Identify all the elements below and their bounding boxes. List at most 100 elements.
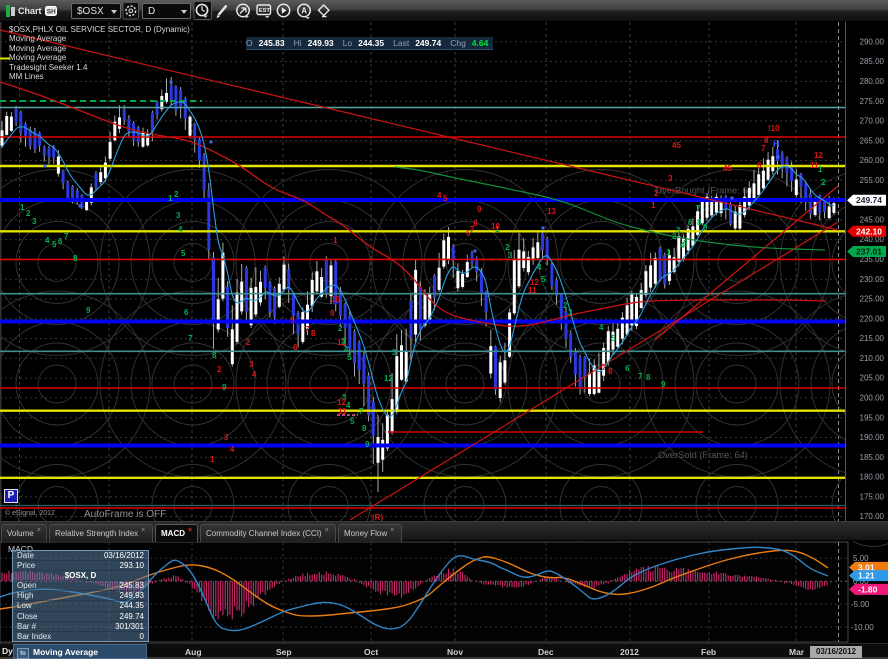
svg-text:3: 3: [392, 348, 397, 357]
svg-text:265.00: 265.00: [860, 136, 885, 145]
svg-text:5: 5: [541, 275, 546, 284]
svg-text:5: 5: [611, 334, 616, 343]
svg-text:237.01: 237.01: [856, 247, 882, 257]
svg-text:5: 5: [52, 240, 57, 249]
svg-text:195.00: 195.00: [860, 413, 885, 422]
svg-text:3: 3: [568, 308, 573, 317]
svg-text:8: 8: [362, 424, 367, 433]
svg-text:H: H: [773, 139, 780, 149]
svg-text:OverSold (Frame: 64): OverSold (Frame: 64): [658, 450, 748, 460]
svg-text:270.00: 270.00: [860, 117, 885, 126]
svg-text:2: 2: [821, 178, 826, 187]
svg-text:2: 2: [217, 365, 222, 374]
svg-text:8: 8: [608, 367, 613, 376]
svg-text:3: 3: [224, 433, 229, 442]
svg-text:4: 4: [346, 401, 351, 410]
svg-text:7: 7: [761, 144, 766, 153]
svg-text:175.00: 175.00: [860, 492, 885, 501]
svg-text:170.00: 170.00: [860, 512, 885, 521]
svg-text:3: 3: [249, 360, 254, 369]
svg-text:7: 7: [64, 232, 69, 241]
svg-text:SH: SH: [47, 9, 56, 16]
svg-text:210.00: 210.00: [860, 354, 885, 363]
svg-text:8: 8: [212, 351, 217, 360]
svg-text:4: 4: [230, 445, 235, 454]
svg-text:1: 1: [168, 194, 173, 203]
svg-text:1.21: 1.21: [858, 571, 875, 581]
svg-text:1: 1: [210, 455, 215, 464]
svg-text:11: 11: [338, 407, 347, 416]
svg-text:45: 45: [672, 141, 681, 150]
svg-text:185.00: 185.00: [860, 453, 885, 462]
svg-text:8: 8: [473, 219, 478, 228]
svg-text:9: 9: [477, 205, 482, 214]
svg-text:6: 6: [58, 237, 63, 246]
svg-text:7: 7: [305, 325, 310, 334]
svg-text:242.10: 242.10: [856, 226, 882, 236]
svg-text:!10: !10: [768, 124, 780, 133]
svg-text:249.74: 249.74: [856, 195, 882, 205]
svg-text:1: 1: [651, 201, 656, 210]
svg-text:4: 4: [437, 191, 442, 200]
svg-text:-5.00: -5.00: [851, 600, 870, 609]
svg-text:8: 8: [646, 373, 651, 382]
svg-text:190.00: 190.00: [860, 433, 885, 442]
svg-text:7: 7: [359, 407, 364, 416]
svg-text:5: 5: [683, 239, 688, 248]
svg-text:11: 11: [810, 161, 819, 170]
svg-text:12: 12: [814, 151, 823, 160]
svg-text:180.00: 180.00: [860, 473, 885, 482]
svg-text:5: 5: [443, 194, 448, 203]
svg-text:7: 7: [638, 372, 643, 381]
svg-text:12: 12: [337, 398, 346, 407]
svg-text:285.00: 285.00: [860, 57, 885, 66]
svg-text:2: 2: [654, 189, 659, 198]
svg-text:260.00: 260.00: [860, 156, 885, 165]
svg-text:11: 11: [528, 286, 537, 295]
svg-text:9: 9: [222, 383, 227, 392]
svg-text:205.00: 205.00: [860, 374, 885, 383]
svg-text:7: 7: [602, 363, 607, 372]
svg-text:220.00: 220.00: [860, 314, 885, 323]
svg-text:11: 11: [337, 338, 346, 347]
svg-text:6: 6: [625, 364, 630, 373]
svg-text:1: 1: [818, 165, 823, 174]
svg-text:8: 8: [764, 136, 769, 145]
svg-text:5: 5: [181, 249, 186, 258]
svg-text:5: 5: [347, 353, 352, 362]
svg-text:1: 1: [666, 248, 671, 257]
svg-text:2: 2: [246, 338, 251, 347]
svg-text:275.00: 275.00: [860, 97, 885, 106]
svg-text:8: 8: [311, 329, 316, 338]
svg-text:8: 8: [73, 254, 78, 263]
svg-text:6: 6: [757, 161, 762, 170]
svg-text:3: 3: [508, 251, 513, 260]
svg-text:9: 9: [365, 440, 370, 449]
svg-text:3: 3: [176, 211, 181, 220]
svg-text:6: 6: [184, 308, 189, 317]
svg-text:225.00: 225.00: [860, 295, 885, 304]
svg-text:10: 10: [331, 295, 340, 304]
svg-text:255.00: 255.00: [860, 176, 885, 185]
svg-text:9: 9: [661, 380, 666, 389]
svg-text:5: 5: [350, 417, 355, 426]
svg-text:245.00: 245.00: [860, 216, 885, 225]
svg-text:1: 1: [20, 203, 25, 212]
svg-text:7: 7: [696, 204, 701, 213]
svg-text:1: 1: [333, 236, 338, 245]
svg-text:12: 12: [384, 374, 393, 383]
svg-text:4: 4: [178, 225, 183, 234]
svg-text:13: 13: [547, 207, 556, 216]
svg-text:6: 6: [688, 218, 693, 227]
svg-text:EST: EST: [259, 8, 271, 14]
svg-text:4: 4: [537, 263, 542, 272]
svg-text:3: 3: [668, 174, 673, 183]
svg-text:45: 45: [723, 164, 732, 173]
svg-text:215.00: 215.00: [860, 334, 885, 343]
svg-text:280.00: 280.00: [860, 77, 885, 86]
svg-text:290.00: 290.00: [860, 37, 885, 46]
svg-text:7: 7: [188, 334, 193, 343]
svg-text:6: 6: [293, 343, 298, 352]
svg-text:9: 9: [86, 306, 91, 315]
svg-text:230.00: 230.00: [860, 275, 885, 284]
